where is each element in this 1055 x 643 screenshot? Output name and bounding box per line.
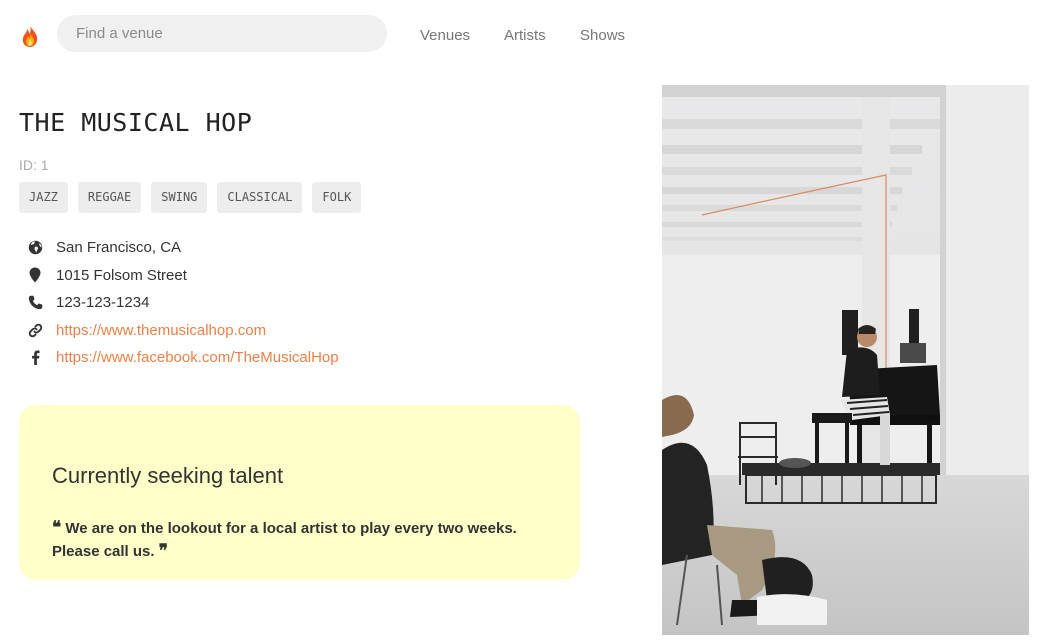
quote-right-icon: ❞ [158,541,168,561]
nav-venues[interactable]: Venues [420,27,470,44]
venue-address: 1015 Folsom Street [56,266,187,284]
genre-tag: FOLK [312,182,362,213]
phone-icon [25,293,45,313]
genre-tag: JAZZ [19,182,68,213]
seeking-heading: Currently seeking talent [52,463,284,488]
genre-tag: CLASSICAL [217,182,303,213]
genre-tag: REGGAE [77,182,142,213]
venue-phone: 123-123-1234 [56,294,150,312]
website-row: https://www.themusicalhop.com [25,317,339,345]
seeking-description-text: We are on the lookout for a local artist… [52,520,517,560]
nav-shows[interactable]: Shows [580,27,625,44]
facebook-icon [25,348,45,368]
link-icon [25,320,45,340]
venue-image [662,85,1029,635]
quote-left-icon: ❝ [52,518,62,538]
seeking-talent-card: Currently seeking talent ❝ We are on the… [19,405,580,580]
site-logo[interactable] [19,24,41,48]
globe-icon [25,238,45,258]
phone-row: 123-123-1234 [25,289,339,317]
seeking-description: ❝ We are on the lookout for a local arti… [52,517,552,563]
address-row: 1015 Folsom Street [25,262,339,290]
venue-id: ID: 1 [19,157,49,173]
nav-artists[interactable]: Artists [504,27,546,44]
venue-location: San Francisco, CA [56,239,182,257]
facebook-row: https://www.facebook.com/TheMusicalHop [25,344,339,372]
venue-name: THE MUSICAL HOP [19,108,253,137]
genre-tags: JAZZ REGGAE SWING CLASSICAL FOLK [19,182,362,213]
location-row: San Francisco, CA [25,234,339,262]
genre-tag: SWING [151,182,208,213]
map-marker-icon [25,265,45,285]
venue-facebook-link[interactable]: https://www.facebook.com/TheMusicalHop [56,349,339,366]
venue-contact-info: San Francisco, CA 1015 Folsom Street 123… [25,234,339,372]
flame-icon [22,25,38,47]
venue-website-link[interactable]: https://www.themusicalhop.com [56,322,266,339]
search-input[interactable] [57,15,387,52]
